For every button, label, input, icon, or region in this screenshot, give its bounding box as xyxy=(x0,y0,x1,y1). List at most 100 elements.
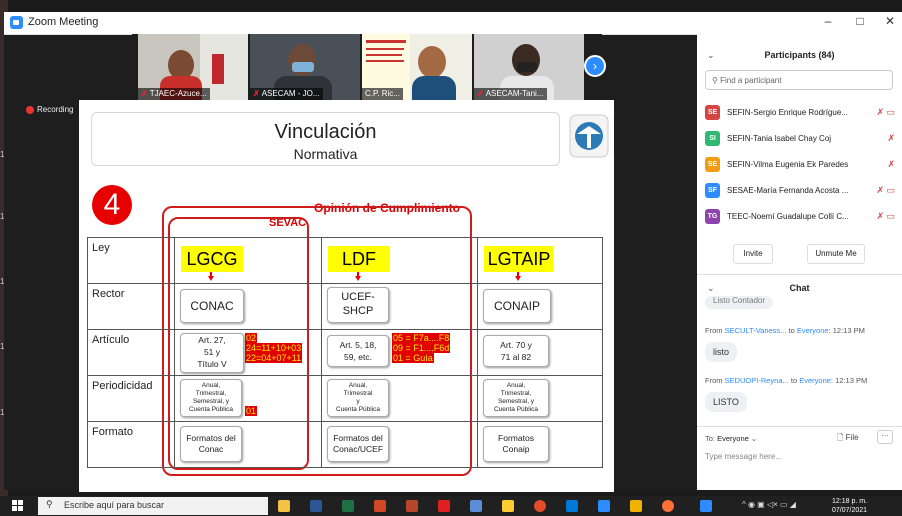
row-label: Ley xyxy=(87,237,175,284)
side-panel: ⌄ Participants (84) ⚲ Find a participant… xyxy=(697,34,902,490)
avatar: TG xyxy=(705,209,720,224)
participants-title: Participants (84) xyxy=(764,50,835,60)
rector-conac: CONAC xyxy=(180,289,244,323)
taskbar: ⚲ Escribe aquí para buscar ^ ◉ ▣ ◁× ▭ ◢ … xyxy=(0,496,902,516)
row-label: Formato xyxy=(87,421,175,468)
chrome-icon[interactable] xyxy=(534,500,546,512)
close-button[interactable]: ✕ xyxy=(880,14,900,28)
unmute-button[interactable]: Unmute Me xyxy=(807,244,865,264)
participant-name: ✗ TJAEC-Azuce... xyxy=(138,88,210,100)
participant-name: ✗ ASECAM-Tani... xyxy=(474,88,547,100)
acrobat-icon[interactable] xyxy=(438,500,450,512)
title-bar: Zoom Meeting – □ ✕ xyxy=(4,12,902,35)
zoom-window: Zoom Meeting – □ ✕ ✗ TJAEC-Azuce... ✗ ASEC… xyxy=(4,12,902,492)
chat-input[interactable]: Type message here... xyxy=(705,452,782,461)
slide-title-box: Vinculación Normativa xyxy=(91,112,560,166)
participant-search-input[interactable]: ⚲ Find a participant xyxy=(705,70,893,90)
video-tile[interactable]: ✗ ASECAM - JO... xyxy=(250,34,360,100)
clock[interactable]: 12:18 p. m. 07/07/2021 xyxy=(832,497,867,515)
muted-mic-icon[interactable]: ✗ xyxy=(887,159,895,170)
article-lgcg: Art. 27, 51 y Título V xyxy=(180,333,244,373)
divider xyxy=(697,426,902,427)
app-icon[interactable] xyxy=(630,500,642,512)
law-lgcg: LGCG xyxy=(181,246,243,272)
divider xyxy=(697,274,902,275)
annotation: 02 xyxy=(245,333,258,343)
file-explorer-icon[interactable] xyxy=(278,500,290,512)
windows-start-icon[interactable] xyxy=(12,500,24,512)
period-ldf: Anual, Trimestral y Cuenta Pública xyxy=(327,379,389,417)
law-ldf: LDF xyxy=(328,246,390,272)
search-icon: ⚲ xyxy=(712,76,721,85)
record-dot-icon xyxy=(26,105,34,114)
video-tile[interactable]: C.P. Ric... xyxy=(362,34,472,100)
avatar: SF xyxy=(705,183,720,198)
next-videos-button[interactable]: › xyxy=(584,55,606,77)
avatar: SE xyxy=(705,157,720,172)
participant-row[interactable]: SF SESAE-María Fernanda Acosta ... ✗ ▭ xyxy=(705,182,895,200)
muted-mic-icon[interactable]: ✗ xyxy=(887,133,895,144)
video-tile[interactable]: ✗ TJAEC-Azuce... xyxy=(138,34,248,100)
chat-message: LISTO xyxy=(705,392,747,412)
chat-sender: From SECULT-Vaness... to Everyone: 12:13… xyxy=(705,326,865,335)
zoom-active-icon[interactable] xyxy=(700,500,712,512)
word-icon[interactable] xyxy=(310,500,322,512)
muted-mic-icon[interactable]: ✗ ▭ xyxy=(876,107,895,118)
app-icon[interactable] xyxy=(470,500,482,512)
excel-icon[interactable] xyxy=(342,500,354,512)
format-lgtaip: Formatos Conaip xyxy=(483,426,549,462)
annotation: 22=04+07+11 xyxy=(245,353,303,363)
participant-name: C.P. Ric... xyxy=(362,88,403,100)
avatar: SI xyxy=(705,131,720,146)
taskbar-search-input[interactable]: ⚲ Escribe aquí para buscar xyxy=(38,497,268,515)
slide-title: Vinculación xyxy=(274,121,377,143)
invite-button[interactable]: Invite xyxy=(733,244,773,264)
chat-sender: From SEDUOPI-Reyna... to Everyone: 12:13… xyxy=(705,376,868,385)
more-options-button[interactable]: ··· xyxy=(877,430,893,444)
participant-row[interactable]: SE SEFIN-Vilma Eugenia Ek Paredes ✗ xyxy=(705,156,895,174)
participant-row[interactable]: SI SEFIN-Tania Isabel Chay Coj ✗ xyxy=(705,130,895,148)
video-tile[interactable]: ✗ ASECAM-Tani... xyxy=(474,34,584,100)
slide-subtitle: Normativa xyxy=(293,146,358,162)
muted-mic-icon[interactable]: ✗ ▭ xyxy=(876,211,895,222)
law-lgtaip: LGTAIP xyxy=(484,246,554,272)
window-title: Zoom Meeting xyxy=(28,16,99,28)
period-lgtaip: Anual, Trimestral, Semestral, y Cuenta P… xyxy=(483,379,549,417)
row-label: Artículo xyxy=(87,329,175,376)
article-lgtaip: Art. 70 y 71 al 82 xyxy=(483,335,549,367)
comparison-table: Ley LGCG LDF LGTAIP Rector CONAC UCEF- S… xyxy=(87,237,603,468)
annotation: 24=11+10+03 xyxy=(245,343,303,353)
powerpoint-icon[interactable] xyxy=(406,500,418,512)
muted-mic-icon[interactable]: ✗ ▭ xyxy=(876,185,895,196)
video-strip: ✗ TJAEC-Azuce... ✗ ASECAM - JO... C.P. Ric… xyxy=(132,34,602,106)
app-icon[interactable] xyxy=(502,500,514,512)
chat-message-partial: Listo Contador xyxy=(705,296,774,309)
annotation: 01 xyxy=(245,406,258,416)
period-lgcg: Anual, Trimestral, Semestral, y Cuenta P… xyxy=(180,379,242,417)
section-number: 4 xyxy=(92,185,132,225)
powerpoint-icon[interactable] xyxy=(374,500,386,512)
zoom-logo-icon xyxy=(10,16,23,29)
row-label: Rector xyxy=(87,283,175,330)
file-button[interactable]: 🗋 File xyxy=(837,432,859,446)
avatar: SE xyxy=(705,105,720,120)
maximize-button[interactable]: □ xyxy=(850,14,870,28)
chat-recipient-select[interactable]: To: Everyone ⌄ xyxy=(705,434,757,443)
search-icon: ⚲ xyxy=(46,499,53,509)
app-icon[interactable] xyxy=(566,500,578,512)
format-lgcg: Formatos del Conac xyxy=(180,426,242,462)
participant-row[interactable]: TG TEEC-Noemí Guadalupe Collí C... ✗ ▭ xyxy=(705,208,895,226)
rector-ucef: UCEF- SHCP xyxy=(327,287,389,323)
chat-title: Chat xyxy=(789,283,810,293)
format-ldf: Formatos del Conac/UCEF xyxy=(327,426,389,462)
article-ldf: Art. 5, 18, 59, etc. xyxy=(327,335,389,367)
firefox-icon[interactable] xyxy=(662,500,674,512)
row-label: Periodicidad xyxy=(87,375,175,422)
chat-message: listo xyxy=(705,342,738,362)
minimize-button[interactable]: – xyxy=(818,14,838,28)
system-tray[interactable]: ^ ◉ ▣ ◁× ▭ ◢ xyxy=(742,500,796,509)
institution-logo-icon xyxy=(569,114,609,158)
annotation: 09 = F1....F6d xyxy=(392,343,451,353)
zoom-icon[interactable] xyxy=(598,500,610,512)
participant-row[interactable]: SE SEFIN-Sergio Enrique Rodrígue... ✗ ▭ xyxy=(705,104,895,122)
